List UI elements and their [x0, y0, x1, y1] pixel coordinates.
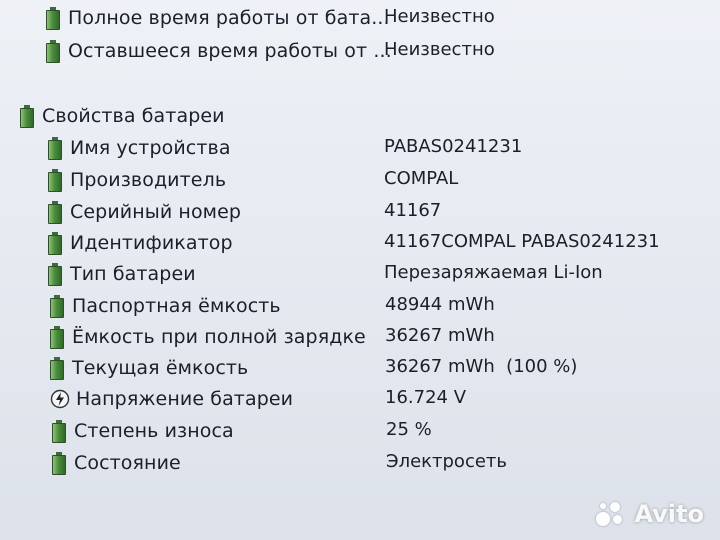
row-label: Оставшееся время работы от ...	[68, 40, 392, 62]
row-value: Неизвестно	[384, 6, 495, 27]
row-label: Степень износа	[74, 420, 234, 442]
row-battery-voltage[interactable]: Напряжение батареи	[50, 384, 293, 414]
row-value: 36267 mWh (100 %)	[385, 356, 578, 377]
row-wear-level[interactable]: Степень износа	[52, 416, 234, 446]
row-label: Тип батареи	[70, 263, 196, 285]
battery-icon	[46, 7, 60, 30]
battery-icon	[52, 452, 66, 475]
row-value: Электросеть	[386, 451, 508, 472]
row-status[interactable]: Состояние	[52, 448, 181, 478]
avito-watermark: Avito	[596, 500, 704, 528]
battery-icon	[50, 295, 64, 318]
row-value: 16.724 V	[385, 387, 467, 408]
battery-icon	[50, 357, 64, 380]
row-label: Текущая ёмкость	[72, 357, 249, 379]
row-label: Полное время работы от бата...	[68, 7, 390, 29]
row-remaining-battery-time[interactable]: Оставшееся время работы от ...	[46, 36, 392, 66]
row-label: Паспортная ёмкость	[72, 295, 281, 317]
row-value: Перезаряжаемая Li-Ion	[384, 262, 603, 283]
battery-icon	[48, 137, 62, 160]
battery-icon	[20, 105, 34, 128]
battery-icon	[46, 40, 60, 63]
row-full-battery-time[interactable]: Полное время работы от бата...	[46, 3, 390, 33]
row-value: PABAS0241231	[384, 136, 523, 157]
battery-icon	[50, 326, 64, 349]
row-value: 36267 mWh	[385, 325, 495, 346]
row-current-capacity[interactable]: Текущая ёмкость	[50, 353, 248, 383]
row-designed-capacity[interactable]: Паспортная ёмкость	[50, 291, 281, 321]
section-battery-properties[interactable]: Свойства батареи	[20, 101, 225, 131]
row-label: Производитель	[70, 169, 227, 191]
voltage-icon	[50, 389, 70, 409]
row-battery-type[interactable]: Тип батареи	[48, 259, 196, 289]
battery-icon	[52, 420, 66, 443]
row-device-name[interactable]: Имя устройства	[48, 133, 231, 163]
row-full-charge-capacity[interactable]: Ёмкость при полной зарядке	[50, 322, 366, 352]
row-value: 25 %	[386, 419, 432, 440]
row-label: Имя устройства	[70, 137, 231, 159]
row-label: Серийный номер	[70, 201, 242, 223]
avito-logo-icon	[596, 500, 628, 528]
section-title: Свойства батареи	[42, 105, 225, 127]
row-identifier[interactable]: Идентификатор	[48, 228, 233, 258]
battery-icon	[48, 201, 62, 224]
row-value: COMPAL	[384, 168, 459, 189]
row-manufacturer[interactable]: Производитель	[48, 165, 226, 195]
row-label: Напряжение батареи	[76, 388, 294, 410]
row-value: 41167	[384, 200, 442, 221]
row-label: Идентификатор	[70, 232, 233, 254]
battery-icon	[48, 232, 62, 255]
watermark-text: Avito	[634, 500, 704, 528]
row-value: 41167COMPAL PABAS0241231	[384, 231, 660, 252]
row-label: Состояние	[74, 452, 181, 474]
battery-icon	[48, 169, 62, 192]
row-value: Неизвестно	[384, 39, 495, 60]
row-label: Ёмкость при полной зарядке	[72, 326, 366, 348]
row-serial-number[interactable]: Серийный номер	[48, 197, 241, 227]
battery-icon	[48, 263, 62, 286]
row-value: 48944 mWh	[385, 294, 495, 315]
battery-properties-screen: Полное время работы от бата... Неизвестн…	[0, 0, 720, 540]
